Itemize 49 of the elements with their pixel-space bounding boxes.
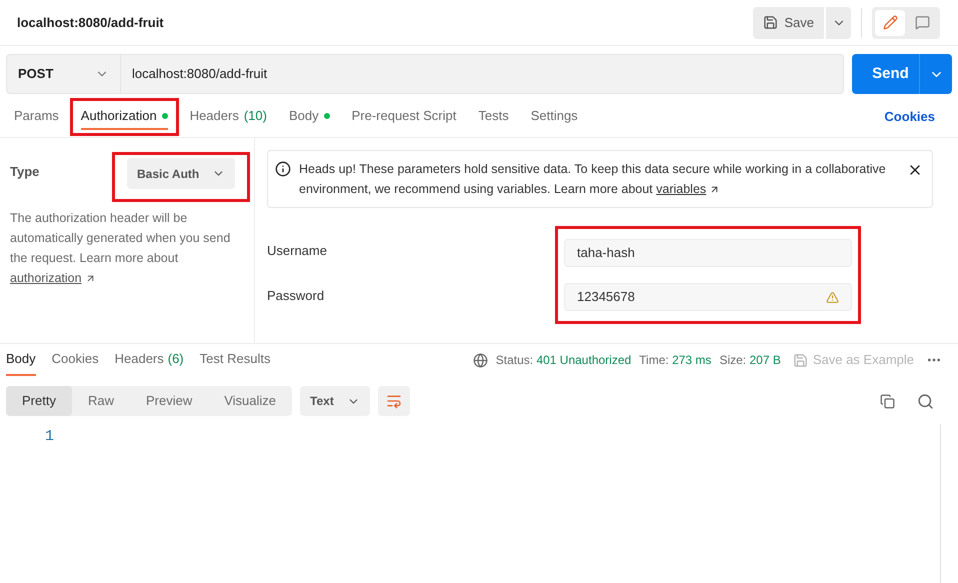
type-label: Type: [10, 163, 40, 181]
request-tab[interactable]: Pre-request Script: [352, 104, 456, 130]
cookies-link[interactable]: Cookies: [884, 106, 935, 126]
auth-type-select[interactable]: Basic Auth: [127, 158, 235, 189]
request-tab[interactable]: Tests: [478, 104, 509, 130]
warning-icon: [826, 290, 839, 304]
response-tab[interactable]: Body: [6, 344, 36, 376]
view-tab[interactable]: Preview: [130, 386, 208, 416]
response-tab[interactable]: Cookies: [52, 344, 99, 376]
request-title: localhost:8080/add-fruit: [17, 14, 164, 32]
request-tab[interactable]: Settings: [530, 104, 578, 130]
search-icon[interactable]: [917, 392, 934, 410]
view-tab[interactable]: Visualize: [208, 386, 292, 416]
credential-field[interactable]: 12345678: [564, 283, 852, 311]
response-stat: Size: 207 B: [719, 352, 781, 369]
auth-description: The authorization header will be automatically generated when you send the request. Learn more about authorization: [10, 210, 232, 287]
save-icon: [792, 352, 808, 368]
field-label: Username: [267, 242, 327, 260]
request-tab[interactable]: Headers (10): [190, 104, 267, 130]
variables-link[interactable]: variables: [656, 182, 706, 196]
globe-icon: [472, 352, 488, 368]
copy-icon[interactable]: [880, 394, 895, 408]
format-select[interactable]: Text: [300, 386, 370, 416]
request-tab[interactable]: Body: [288, 104, 330, 130]
view-tab[interactable]: Raw: [72, 386, 130, 416]
wrap-button[interactable]: [378, 386, 410, 416]
credential-field[interactable]: taha-hash: [564, 239, 852, 267]
external-link-icon: [709, 184, 720, 196]
wrap-icon: [386, 393, 402, 409]
field-label: Password: [267, 286, 324, 304]
info-icon: [275, 161, 291, 177]
pencil-icon: [882, 15, 898, 30]
external-link-icon: [84, 273, 96, 284]
method-select[interactable]: POST: [6, 54, 121, 94]
notice-text: Heads up! These parameters hold sensitive data. To keep this data secure while working in a collaborative environment, we recommend using variables. Learn more about variables: [299, 161, 887, 198]
response-tab[interactable]: Test Results: [200, 344, 270, 376]
view-tab[interactable]: Pretty: [6, 386, 72, 416]
line-number: 1: [45, 427, 56, 447]
url-field[interactable]: localhost:8080/add-fruit: [121, 54, 844, 94]
edit-mode-button[interactable]: [875, 10, 905, 36]
authorization-link[interactable]: authorization: [10, 271, 82, 285]
save-icon: [763, 15, 778, 30]
request-tab[interactable]: Authorization: [80, 104, 168, 130]
comment-icon: [914, 15, 930, 30]
request-tab[interactable]: Params: [14, 104, 59, 130]
response-stat: Time: 273 ms: [639, 352, 712, 369]
response-stat: Status: 401 Unauthorized: [496, 352, 632, 369]
response-tab[interactable]: Headers (6): [114, 344, 184, 376]
save-button[interactable]: Save: [753, 6, 824, 38]
